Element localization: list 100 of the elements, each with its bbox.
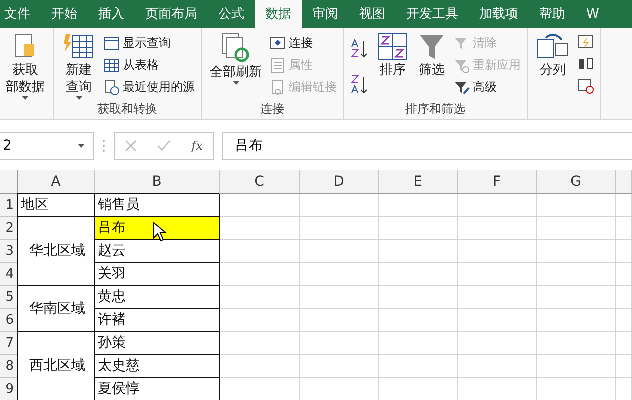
- empty-cell[interactable]: [616, 217, 632, 240]
- column-header[interactable]: D: [300, 170, 379, 194]
- empty-cell[interactable]: [458, 194, 537, 217]
- column-header[interactable]: F: [458, 170, 537, 194]
- empty-cell[interactable]: [458, 286, 537, 309]
- column-header[interactable]: E: [379, 170, 458, 194]
- empty-cell[interactable]: [379, 217, 458, 240]
- formula-input[interactable]: 吕布: [222, 132, 632, 160]
- ribbon-tab[interactable]: 开发工具: [396, 0, 469, 28]
- row-header[interactable]: 9: [0, 378, 18, 400]
- empty-cell[interactable]: [458, 309, 537, 332]
- empty-cell[interactable]: [616, 355, 632, 378]
- row-header[interactable]: 8: [0, 355, 18, 378]
- empty-cell[interactable]: [300, 355, 379, 378]
- empty-cell[interactable]: [379, 263, 458, 286]
- empty-cell[interactable]: [379, 309, 458, 332]
- empty-cell[interactable]: [537, 355, 616, 378]
- cancel-icon: [125, 140, 138, 152]
- empty-cell[interactable]: [379, 286, 458, 309]
- empty-cell[interactable]: [458, 263, 537, 286]
- advanced-filter-icon: [454, 80, 470, 96]
- select-all-corner[interactable]: [0, 170, 18, 194]
- empty-cell[interactable]: [616, 263, 632, 286]
- link-icon: [270, 80, 286, 96]
- ribbon-button[interactable]: 分列: [534, 32, 572, 79]
- row-header[interactable]: 5: [0, 286, 18, 309]
- empty-cell[interactable]: [537, 217, 616, 240]
- row-header[interactable]: 7: [0, 332, 18, 355]
- table-cell: 孙策: [95, 332, 220, 355]
- column-header[interactable]: B: [95, 170, 220, 194]
- ribbon-button[interactable]: 获取 部数据: [4, 32, 47, 100]
- empty-cell[interactable]: [300, 263, 379, 286]
- caret-icon: [78, 144, 85, 148]
- empty-cell[interactable]: [537, 263, 616, 286]
- row-header[interactable]: 2: [0, 217, 18, 240]
- empty-cell[interactable]: [458, 240, 537, 263]
- empty-cell[interactable]: [379, 240, 458, 263]
- empty-cell[interactable]: [379, 194, 458, 217]
- empty-cell[interactable]: [616, 332, 632, 355]
- empty-cell[interactable]: [537, 286, 616, 309]
- table-cell: 销售员: [95, 194, 220, 217]
- empty-cell[interactable]: [300, 309, 379, 332]
- empty-cell[interactable]: [300, 217, 379, 240]
- empty-cell[interactable]: [458, 217, 537, 240]
- ribbon-button[interactable]: 显示查询: [104, 34, 195, 53]
- ribbon-tab[interactable]: 帮助: [529, 0, 576, 28]
- ribbon-button[interactable]: 高级: [454, 78, 521, 97]
- ribbon-tab[interactable]: 开始: [41, 0, 88, 28]
- ribbon-button[interactable]: 连接: [270, 34, 337, 53]
- row-header[interactable]: 1: [0, 194, 18, 217]
- empty-cell[interactable]: [379, 332, 458, 355]
- connection-icon: [270, 36, 286, 52]
- row-header[interactable]: 3: [0, 240, 18, 263]
- ribbon-button[interactable]: 全部刷新: [208, 32, 264, 85]
- row-header[interactable]: 6: [0, 309, 18, 332]
- empty-cell[interactable]: [300, 194, 379, 217]
- ribbon-tab[interactable]: 页面布局: [135, 0, 208, 28]
- ribbon-tab[interactable]: 视图: [349, 0, 396, 28]
- query-icon: [104, 36, 120, 52]
- empty-cell[interactable]: [537, 194, 616, 217]
- empty-cell[interactable]: [300, 332, 379, 355]
- funnel-icon: [418, 32, 446, 62]
- column-header[interactable]: [616, 170, 632, 194]
- table-cell: 关羽: [95, 263, 220, 286]
- reapply-icon: [454, 58, 470, 74]
- ribbon-button[interactable]: 最近使用的源: [104, 78, 195, 97]
- ribbon-tab[interactable]: 审阅: [302, 0, 349, 28]
- ribbon-tab[interactable]: 公式: [208, 0, 255, 28]
- remove-duplicates-icon: [578, 56, 594, 72]
- table-cell: 华北区域: [18, 217, 95, 286]
- empty-cell[interactable]: [300, 286, 379, 309]
- empty-cell[interactable]: [379, 355, 458, 378]
- empty-cell[interactable]: [616, 240, 632, 263]
- empty-cell[interactable]: [616, 309, 632, 332]
- column-header[interactable]: G: [537, 170, 616, 194]
- row-header[interactable]: 4: [0, 263, 18, 286]
- empty-cell[interactable]: [458, 332, 537, 355]
- ribbon-button[interactable]: 筛选: [416, 32, 448, 79]
- empty-cell[interactable]: [300, 240, 379, 263]
- column-header[interactable]: C: [220, 170, 300, 194]
- ribbon-button[interactable]: 排序: [376, 32, 410, 79]
- table-cell: 许褚: [95, 309, 220, 332]
- ribbon-tab[interactable]: 插入: [88, 0, 135, 28]
- empty-cell[interactable]: [458, 355, 537, 378]
- ribbon-tab[interactable]: 文件: [0, 0, 41, 28]
- empty-cell[interactable]: [537, 332, 616, 355]
- empty-cell[interactable]: [537, 240, 616, 263]
- empty-cell[interactable]: [616, 286, 632, 309]
- empty-cell[interactable]: [537, 309, 616, 332]
- ribbon-button[interactable]: 新建 查询: [60, 32, 98, 100]
- ribbon-tab[interactable]: 数据: [255, 0, 302, 28]
- column-header[interactable]: A: [18, 170, 95, 194]
- ribbon-button[interactable]: 从表格: [104, 56, 195, 75]
- ribbon-tab[interactable]: W: [576, 0, 610, 28]
- insert-function-button[interactable]: fx: [192, 139, 203, 153]
- name-box[interactable]: 2: [0, 132, 94, 160]
- sort-descending-icon: [350, 74, 370, 96]
- clear-filter-icon: [454, 36, 470, 52]
- check-icon: [157, 140, 172, 152]
- ribbon-tab[interactable]: 加载项: [469, 0, 529, 28]
